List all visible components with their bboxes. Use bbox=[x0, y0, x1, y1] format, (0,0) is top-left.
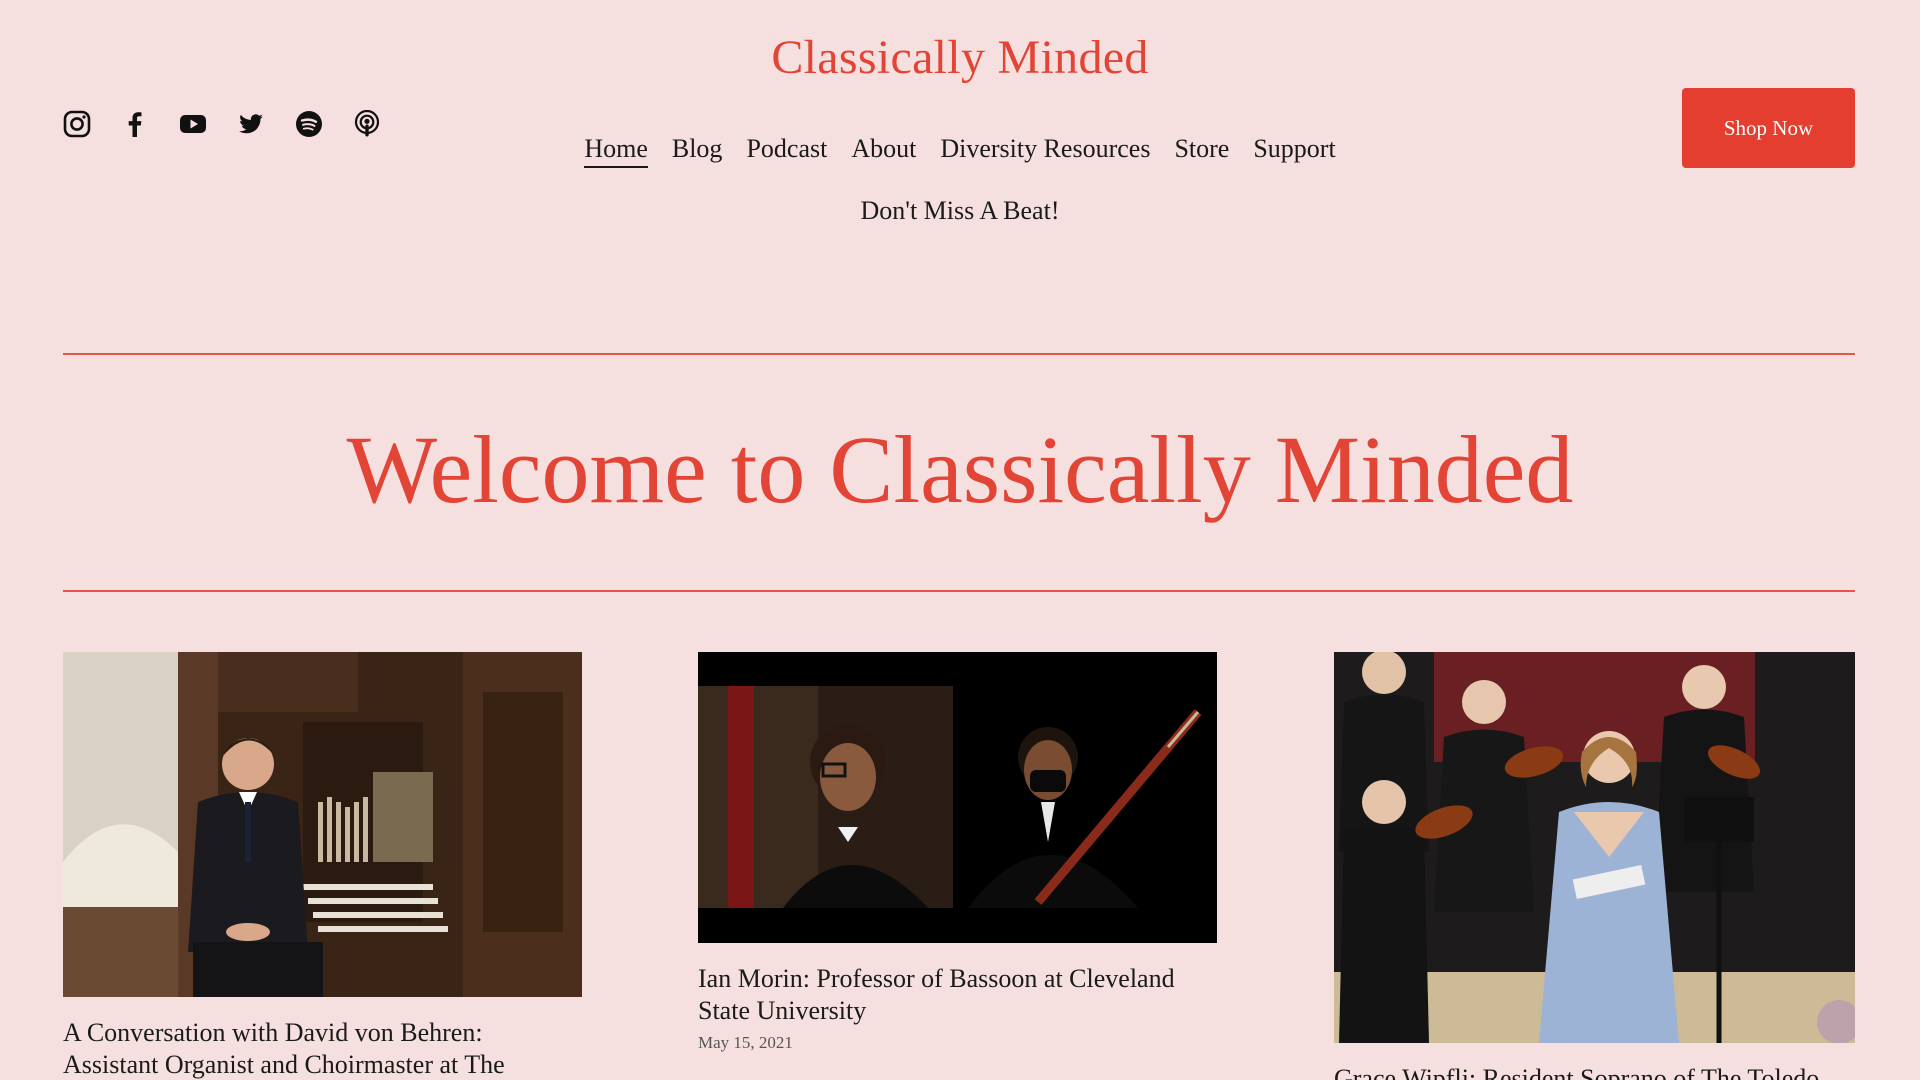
nav-store[interactable]: Store bbox=[1174, 134, 1229, 168]
instagram-icon[interactable] bbox=[63, 110, 91, 138]
bottom-divider bbox=[63, 590, 1855, 592]
site-title[interactable]: Classically Minded bbox=[0, 30, 1920, 85]
post-date: May 15, 2021 bbox=[698, 1033, 793, 1052]
blog-post-card: Ian Morin: Professor of Bassoon at Cleve… bbox=[698, 652, 1217, 1053]
post-title[interactable]: Grace Wipfli: Resident Soprano of The To… bbox=[1334, 1063, 1855, 1080]
post-title[interactable]: A Conversation with David von Behren: As… bbox=[63, 1017, 582, 1080]
facebook-icon[interactable] bbox=[121, 110, 149, 138]
nav-home[interactable]: Home bbox=[584, 134, 648, 168]
post-title[interactable]: Ian Morin: Professor of Bassoon at Cleve… bbox=[698, 963, 1217, 1027]
bassoonists-photo-illustration bbox=[698, 652, 1217, 943]
nav-podcast[interactable]: Podcast bbox=[746, 134, 827, 168]
hero-title: Welcome to Classically Minded bbox=[346, 416, 1574, 523]
nav-support[interactable]: Support bbox=[1253, 134, 1335, 168]
blog-post-card: Grace Wipfli: Resident Soprano of The To… bbox=[1334, 652, 1855, 1080]
top-divider bbox=[63, 353, 1855, 355]
post-image-organist[interactable] bbox=[63, 652, 582, 997]
organist-photo-illustration bbox=[63, 652, 582, 997]
post-image-bassoonists[interactable] bbox=[698, 652, 1217, 943]
twitter-icon[interactable] bbox=[237, 110, 265, 138]
blog-post-card: A Conversation with David von Behren: As… bbox=[63, 652, 582, 1080]
nav-about[interactable]: About bbox=[851, 134, 916, 168]
soprano-photo-illustration bbox=[1334, 652, 1855, 1043]
youtube-icon[interactable] bbox=[179, 110, 207, 138]
social-links bbox=[63, 110, 381, 138]
post-image-soprano[interactable] bbox=[1334, 652, 1855, 1043]
main-nav: Home Blog Podcast About Diversity Resour… bbox=[560, 134, 1360, 228]
nav-diversity-resources[interactable]: Diversity Resources bbox=[940, 134, 1150, 168]
spotify-icon[interactable] bbox=[295, 110, 323, 138]
page: Classically Minded Home Blog Podcast Abo… bbox=[0, 0, 1920, 1080]
shop-now-button[interactable]: Shop Now bbox=[1682, 88, 1855, 168]
podcast-icon[interactable] bbox=[353, 110, 381, 138]
nav-blog[interactable]: Blog bbox=[672, 134, 723, 168]
nav-dont-miss-a-beat[interactable]: Don't Miss A Beat! bbox=[861, 196, 1060, 228]
